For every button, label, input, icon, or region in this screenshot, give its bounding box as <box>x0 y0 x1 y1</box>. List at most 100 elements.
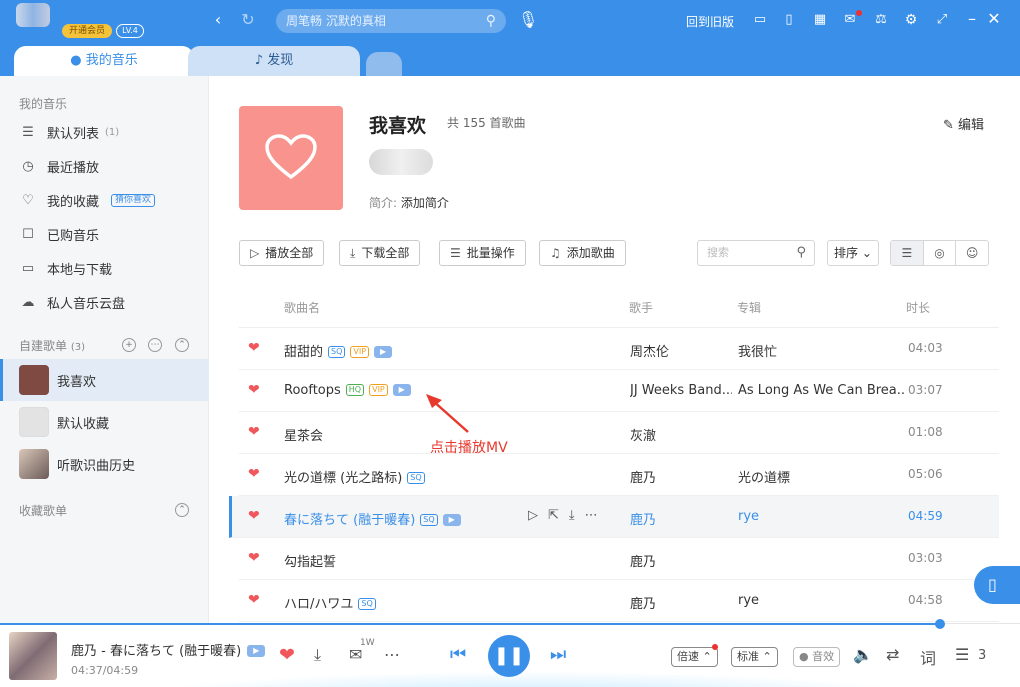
artist-cell[interactable]: 灰澈 <box>630 425 656 444</box>
artist-cell[interactable]: 周杰伦 <box>630 341 669 360</box>
col-duration[interactable]: 时长 <box>906 299 930 316</box>
sidebar-item-recent[interactable]: ◷ 最近播放 <box>19 156 99 176</box>
progress-bar[interactable] <box>0 623 940 625</box>
edit-button[interactable]: ✎ 编辑 <box>943 114 984 133</box>
quality-button[interactable]: 标准 ⌃ <box>731 647 778 667</box>
more-icon[interactable]: ⋯ <box>384 645 400 664</box>
creator-avatar[interactable] <box>369 149 433 175</box>
artist-cell[interactable]: 鹿乃 <box>630 593 656 612</box>
liked-heart-icon[interactable]: ❤ <box>248 424 260 440</box>
tab-my-music[interactable]: ● 我的音乐 <box>14 46 194 76</box>
lyrics-button[interactable]: 词 <box>920 645 936 669</box>
liked-heart-icon[interactable]: ❤ <box>248 382 260 398</box>
now-playing-title[interactable]: 鹿乃 - 春に落ちて (融于暖春) ▶ <box>71 640 266 659</box>
playlist-queue-icon[interactable]: ☰ <box>955 645 969 664</box>
old-version-button[interactable]: 回到旧版 <box>686 13 734 30</box>
skin-icon[interactable]: ⚖ <box>871 11 891 29</box>
table-row[interactable]: ❤ ハロ/ハワユ SQ 鹿乃 rye 04:58 <box>239 580 999 622</box>
table-row[interactable]: ❤ 勾指起誓 鹿乃 03:03 <box>239 538 999 580</box>
playlist-item-recognition-history[interactable]: 听歌识曲历史 <box>0 443 209 485</box>
minimize-icon[interactable]: – <box>962 10 982 28</box>
more-icon[interactable]: ⋯ <box>585 508 608 523</box>
table-row-playing[interactable]: ❤ 春に落ちて (融于暖春) SQ ▶ ▷⇱⤓⋯ 鹿乃 rye 04:59 <box>229 496 999 538</box>
monitor-icon[interactable]: ▭ <box>750 11 770 29</box>
mobile-sync-button[interactable]: ▯ <box>974 566 1020 604</box>
table-row[interactable]: ❤ 星茶会 灰澈 01:08 <box>239 412 999 454</box>
mv-play-icon[interactable]: ▶ <box>374 346 393 358</box>
search-input[interactable]: 周笔畅 沉默的真相 ⚲ <box>276 9 506 33</box>
back-icon[interactable]: ‹ <box>208 11 228 29</box>
collapse-chevron-icon[interactable]: ⌃ <box>175 503 189 517</box>
search-icon[interactable]: ⚲ <box>796 241 806 265</box>
apps-grid-icon[interactable]: ▦ <box>810 11 830 29</box>
settings-gear-icon[interactable]: ⚙ <box>901 11 921 29</box>
artist-cell[interactable]: 鹿乃 <box>630 509 656 528</box>
more-icon[interactable]: ⋯ <box>148 338 162 352</box>
search-icon[interactable]: ⚲ <box>486 9 496 33</box>
sidebar-item-purchased[interactable]: ☐ 已购音乐 <box>19 224 99 244</box>
artist-cell[interactable]: JJ Weeks Band... <box>630 383 732 398</box>
playlist-item-default-collect[interactable]: 默认收藏 <box>0 401 209 443</box>
now-playing-cover[interactable] <box>9 632 57 680</box>
like-heart-icon[interactable]: ❤ <box>279 644 295 666</box>
sidebar-item-default-list[interactable]: ☰ 默认列表 (1) <box>19 122 119 142</box>
add-song-button[interactable]: ♫ 添加歌曲 <box>539 240 626 266</box>
play-all-button[interactable]: ▷ 播放全部 <box>239 240 325 266</box>
artist-cell[interactable]: 鹿乃 <box>630 467 656 486</box>
playlist-search-input[interactable]: 搜索 ⚲ <box>697 240 815 266</box>
add-playlist-icon[interactable]: + <box>122 338 136 352</box>
microphone-icon[interactable]: 🎙 <box>518 11 538 29</box>
refresh-icon[interactable]: ↻ <box>238 11 258 29</box>
playlist-item-liked[interactable]: 我喜欢 <box>0 359 209 401</box>
col-album[interactable]: 专辑 <box>737 299 761 316</box>
table-row[interactable]: ❤ 光の道標 (光之路标) SQ 鹿乃 光の道標 05:06 <box>239 454 999 496</box>
col-artist[interactable]: 歌手 <box>629 299 653 316</box>
sidebar-item-favorites[interactable]: ♡ 我的收藏 猜你喜欢 <box>19 190 156 210</box>
playlist-intro[interactable]: 简介: 添加简介 <box>369 194 449 211</box>
pause-button[interactable]: ❚❚ <box>488 635 530 677</box>
sidebar-item-local-download[interactable]: ▭ 本地与下载 <box>19 258 112 278</box>
artist-view-icon[interactable]: ☺ <box>956 241 988 265</box>
album-cell[interactable]: rye <box>738 593 759 608</box>
table-row[interactable]: ❤ Rooftops HQ VIP ▶ JJ Weeks Band... As Lon… <box>239 370 999 412</box>
artist-cell[interactable]: 鹿乃 <box>630 551 656 570</box>
mv-play-icon[interactable]: ▶ <box>442 514 461 526</box>
repeat-icon[interactable]: ⇄ <box>886 645 899 664</box>
previous-track-icon[interactable]: ⏮ <box>450 644 466 665</box>
table-row[interactable]: ❤ 甜甜的 SQ VIP ▶ 周杰伦 我很忙 04:03 <box>239 328 999 370</box>
level-badge[interactable]: LV.4 <box>116 24 144 38</box>
album-cell[interactable]: 光の道標 <box>738 467 790 486</box>
phone-icon[interactable]: ▯ <box>779 11 799 29</box>
mv-play-icon[interactable]: ▶ <box>247 645 266 657</box>
liked-heart-icon[interactable]: ❤ <box>248 550 260 566</box>
liked-heart-icon[interactable]: ❤ <box>248 592 260 608</box>
download-icon[interactable]: ⤓ <box>314 645 321 665</box>
close-icon[interactable]: ✕ <box>984 10 1004 28</box>
speed-button[interactable]: 倍速 ⌃ <box>671 647 718 667</box>
mini-mode-icon[interactable]: ⤢ <box>932 11 952 29</box>
album-cell[interactable]: 我很忙 <box>738 341 777 360</box>
tab-discover[interactable]: ♪ 发现 <box>188 46 360 76</box>
liked-heart-icon[interactable]: ❤ <box>248 466 260 482</box>
collapse-chevron-icon[interactable]: ⌃ <box>175 338 189 352</box>
album-cell[interactable]: rye <box>738 509 759 524</box>
next-track-icon[interactable]: ⏭ <box>550 644 566 665</box>
tab-extra[interactable] <box>366 52 402 76</box>
user-avatar[interactable] <box>16 3 50 27</box>
album-cell[interactable]: As Long As We Can Brea... <box>738 383 904 398</box>
liked-heart-icon[interactable]: ❤ <box>248 508 260 524</box>
progress-handle[interactable] <box>935 619 945 629</box>
download-icon[interactable]: ⤓ <box>569 508 585 523</box>
list-view-icon[interactable]: ☰ <box>891 241 924 265</box>
volume-icon[interactable]: 🔈 <box>853 645 873 664</box>
sidebar-item-cloud[interactable]: ☁ 私人音乐云盘 <box>19 292 126 312</box>
batch-operation-button[interactable]: ☰ 批量操作 <box>439 240 526 266</box>
download-all-button[interactable]: ⤓ 下载全部 <box>339 240 421 266</box>
sound-effect-button[interactable]: ● 音效 <box>793 647 841 667</box>
sort-dropdown[interactable]: 排序 ⌄ <box>827 240 879 266</box>
play-icon[interactable]: ▷ <box>528 508 548 523</box>
guess-you-like-tag[interactable]: 猜你喜欢 <box>111 193 156 207</box>
add-to-icon[interactable]: ⇱ <box>548 508 569 523</box>
col-song-name[interactable]: 歌曲名 <box>284 299 320 316</box>
liked-heart-icon[interactable]: ❤ <box>248 340 260 356</box>
